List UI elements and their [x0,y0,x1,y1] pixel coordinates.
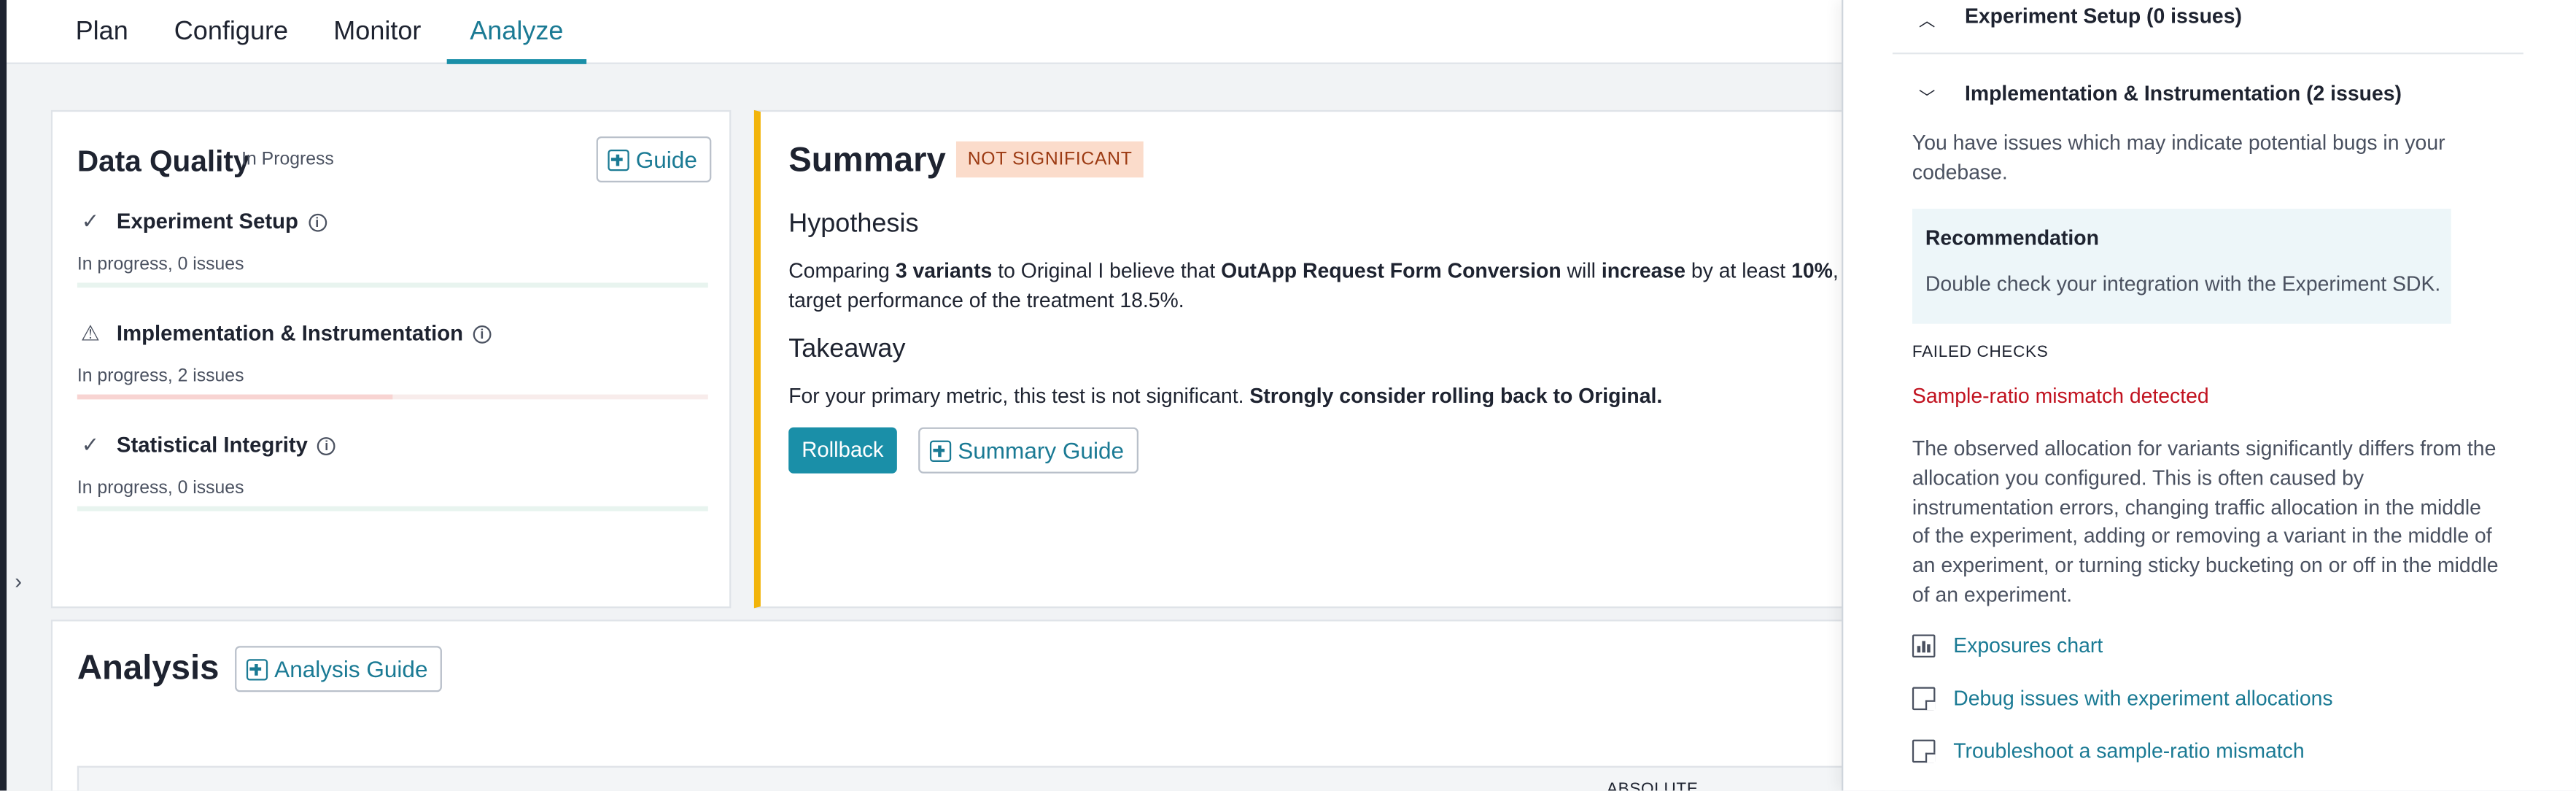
summary-card: Summary NOT SIGNIFICANT Hypothesis Compa… [753,109,1904,609]
failed-checks-label: FAILED CHECKS [1912,343,2049,362]
top-tab-bar: Plan Configure Monitor Analyze [7,0,1979,64]
failed-check-name: Sample-ratio mismatch detected [1912,385,2209,408]
warning-icon: ⚠ [80,320,101,346]
hypothesis-text-line2: target performance of the treatment 18.5… [788,289,1184,312]
data-quality-status: In Progress [241,149,334,170]
recommendation-text: Double check your integration with the E… [1925,272,2441,296]
link-label: Exposures chart [1953,634,2103,657]
accordion-implementation-instrumentation[interactable]: Implementation & Instrumentation (2 issu… [1965,82,2402,106]
check-status: In progress, 2 issues [77,366,244,387]
takeaway-text: For your primary metric, this test is no… [788,385,1663,408]
link-debug-allocations[interactable]: Debug issues with experiment allocations [1912,687,2333,711]
bar-chart-icon [1912,634,1936,657]
info-icon[interactable]: i [308,213,327,232]
check-experiment-setup[interactable]: ✓ Experiment Setup i [77,209,327,235]
analysis-card: Analysis Analysis Guide ABSOLUTE [50,620,1904,791]
analysis-guide-label: Analysis Guide [274,655,428,682]
expand-sidebar-chevron-icon[interactable]: › [15,568,22,593]
link-troubleshoot-srm[interactable]: Troubleshoot a sample-ratio mismatch [1912,739,2305,763]
check-statistical-integrity[interactable]: ✓ Statistical Integrity i [77,432,336,458]
check-label: Experiment Setup [116,209,298,234]
check-progress-bar [77,506,708,512]
tab-plan[interactable]: Plan [53,0,151,64]
tab-configure[interactable]: Configure [151,0,311,64]
check-label: Statistical Integrity [116,432,308,458]
panel-intro-text: You have issues which may indicate poten… [1912,131,2445,184]
hypothesis-text: Comparing 3 variants to Original I belie… [788,259,1851,283]
summary-guide-label: Summary Guide [958,437,1125,464]
tab-analyze[interactable]: Analyze [446,0,586,64]
analysis-table-header: ABSOLUTE [77,765,1885,791]
document-icon [1912,687,1936,711]
summary-guide-button[interactable]: Summary Guide [918,427,1139,474]
check-status: In progress, 0 issues [77,478,244,498]
rollback-button[interactable]: Rollback [788,427,897,474]
check-implementation-instrumentation[interactable]: ⚠ Implementation & Instrumentation i [77,320,492,347]
info-icon[interactable]: i [317,437,336,455]
app-screen: Plan Configure Monitor Analyze › Data Qu… [0,0,2576,791]
document-icon [1912,739,1936,763]
data-quality-card: Data Quality In Progress Guide ✓ Experime… [50,109,732,609]
analysis-guide-button[interactable]: Analysis Guide [235,646,443,692]
analysis-title: Analysis [77,649,220,687]
data-quality-side-panel: ︿ Experiment Setup (0 issues) ﹀ Implemen… [1842,0,2576,791]
link-exposures-chart[interactable]: Exposures chart [1912,634,2103,657]
check-progress-fill [77,394,393,400]
guide-button-label: Guide [635,146,697,173]
guide-plus-icon [929,440,952,462]
guide-plus-icon [608,149,629,171]
recommendation-title: Recommendation [1925,226,2099,250]
hypothesis-heading: Hypothesis [788,210,919,239]
link-label: Troubleshoot a sample-ratio mismatch [1953,739,2305,763]
chevron-down-icon[interactable]: ﹀ [1919,84,1936,109]
info-icon[interactable]: i [473,325,492,344]
column-header-absolute: ABSOLUTE [1606,780,1699,791]
tab-monitor[interactable]: Monitor [311,0,444,64]
accordion-experiment-setup[interactable]: Experiment Setup (0 issues) [1965,5,2242,28]
guide-plus-icon [246,659,268,681]
takeaway-heading: Takeaway [788,335,906,363]
link-label: Debug issues with experiment allocations [1953,687,2333,711]
accordion-divider [1892,53,2523,55]
data-quality-title: Data Quality [77,144,250,178]
left-rail [0,0,7,791]
check-label: Implementation & Instrumentation [116,320,463,346]
guide-button[interactable]: Guide [596,136,713,183]
check-status: In progress, 0 issues [77,255,244,275]
failed-check-description: The observed allocation for variants sig… [1912,437,2499,607]
check-progress-bar [77,394,708,400]
status-badge: NOT SIGNIFICANT [955,141,1144,178]
check-icon: ✓ [81,432,100,458]
check-progress-bar [77,282,708,288]
summary-title: Summary [788,141,946,180]
check-icon: ✓ [81,209,100,234]
chevron-up-icon[interactable]: ︿ [1919,7,1936,31]
recommendation-box: Recommendation Double check your integra… [1912,209,2451,324]
